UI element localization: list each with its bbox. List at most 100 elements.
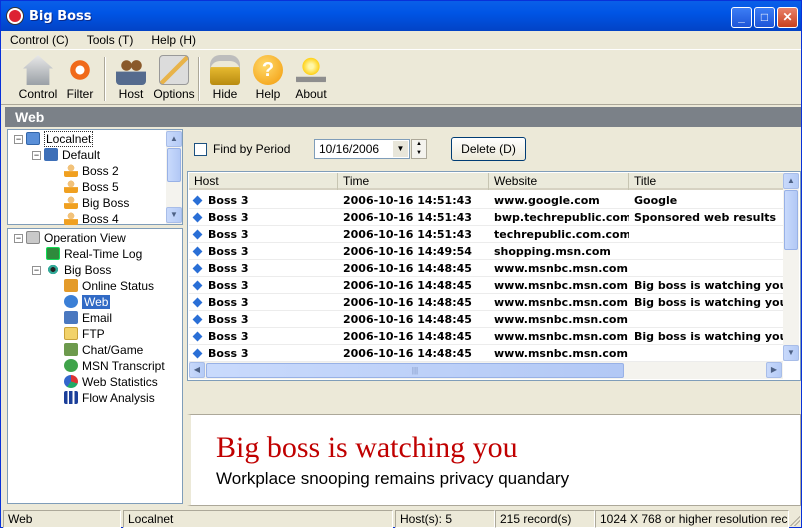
delete-button[interactable]: Delete (D) (451, 137, 526, 161)
statistics-icon (64, 375, 78, 388)
cell-title (629, 226, 783, 243)
menu-tools[interactable]: Tools (T) (78, 33, 143, 47)
tree-item-host[interactable]: Boss 5 (64, 179, 119, 195)
tree-item-ftp[interactable]: FTP (64, 326, 105, 342)
maximize-button[interactable]: □ (754, 7, 775, 28)
tree-item-host[interactable]: Big Boss (64, 195, 129, 211)
cell-website: www.msnbc.msn.com (489, 260, 629, 277)
cell-text: www.msnbc.msn.com (494, 296, 628, 309)
preview-headline: Big boss is watching you (216, 431, 518, 464)
menu-control[interactable]: Control (C) (1, 33, 78, 47)
tree-item-localnet[interactable]: Localnet (26, 131, 94, 147)
table-row[interactable]: Boss 3 2006-10-16 14:51:43 techrepublic.co… (189, 226, 783, 243)
cell-title: Big boss is watching you.. (629, 294, 783, 311)
chevron-down-icon[interactable]: ▼ (393, 141, 408, 157)
help-button[interactable]: ? Help (246, 54, 290, 102)
cell-time: 2006-10-16 14:49:54 (338, 243, 489, 260)
scroll-thumb[interactable]: ||| (206, 363, 624, 378)
column-header-website[interactable]: Website (489, 173, 629, 190)
cell-text: Boss 3 (208, 279, 249, 292)
cell-time: 2006-10-16 14:51:43 (338, 192, 489, 209)
email-icon (64, 311, 78, 324)
minimize-button[interactable]: _ (731, 7, 752, 28)
options-button[interactable]: Options (152, 54, 196, 102)
close-button[interactable]: ✕ (777, 7, 798, 28)
scroll-thumb[interactable] (784, 190, 798, 250)
tree-item-realtime-log[interactable]: Real-Time Log (46, 246, 142, 262)
cell-website: www.msnbc.msn.com (489, 294, 629, 311)
host-marker-icon (192, 331, 203, 342)
web-preview: Big boss is watching you Workplace snoop… (187, 414, 801, 506)
date-picker[interactable]: 10/16/2006 ▼ (314, 139, 410, 159)
scroll-right-button[interactable]: ▶ (766, 362, 782, 378)
scroll-down-button[interactable]: ▼ (783, 345, 799, 361)
tree-item-default[interactable]: Default (44, 147, 100, 163)
menu-help[interactable]: Help (H) (142, 33, 205, 47)
log-icon (46, 247, 60, 260)
collapse-toggle[interactable]: − (14, 234, 23, 243)
about-button[interactable]: About (289, 54, 333, 102)
date-spinner[interactable]: ▲ ▼ (411, 139, 427, 159)
lightbulb-icon (296, 55, 326, 85)
tree-item-msn-transcript[interactable]: MSN Transcript (64, 358, 165, 374)
host-marker-icon (192, 229, 203, 240)
cell-text: Boss 3 (208, 262, 249, 275)
column-header-host[interactable]: Host (189, 173, 338, 190)
collapse-toggle[interactable]: − (32, 266, 41, 275)
scroll-down-button[interactable]: ▼ (166, 207, 182, 223)
status-records: 215 record(s) (495, 510, 595, 528)
column-header-title[interactable]: Title (629, 173, 783, 190)
tree-item-host[interactable]: Boss 2 (64, 163, 119, 179)
title-bar[interactable]: Big Boss _ □ ✕ (1, 1, 801, 31)
cell-text: 2006-10-16 14:48:45 (343, 347, 472, 360)
tree-item-operation-view[interactable]: Operation View (26, 230, 126, 246)
hide-button[interactable]: Hide (203, 54, 247, 102)
table-row[interactable]: Boss 3 2006-10-16 14:51:43 www.google.com G… (189, 192, 783, 209)
vertical-scrollbar[interactable]: ▲ ▼ (166, 130, 182, 224)
control-button[interactable]: Control (16, 54, 60, 102)
tree-item-flow-analysis[interactable]: Flow Analysis (64, 390, 155, 406)
cell-website: bwp.techrepublic.com (489, 209, 629, 226)
column-header-time[interactable]: Time (338, 173, 489, 190)
house-icon (23, 55, 53, 85)
table-header: Host Time Website Title (189, 173, 783, 190)
find-by-period-checkbox[interactable] (194, 143, 207, 156)
cell-title (629, 243, 783, 260)
tree-item-web-statistics[interactable]: Web Statistics (64, 374, 158, 390)
table-row[interactable]: Boss 3 2006-10-16 14:49:54 shopping.msn.co… (189, 243, 783, 260)
table-vertical-scrollbar[interactable]: ▲ ▼ (783, 173, 799, 361)
toolbar: Control Filter Host Options Hide ? Help … (1, 51, 801, 105)
scroll-thumb[interactable] (167, 148, 181, 182)
table-row[interactable]: Boss 3 2006-10-16 14:48:45 www.msnbc.msn.c… (189, 345, 783, 362)
cell-host: Boss 3 (189, 328, 338, 345)
resize-grip-icon[interactable] (789, 514, 800, 526)
table-row[interactable]: Boss 3 2006-10-16 14:48:45 www.msnbc.msn.c… (189, 277, 783, 294)
tree-item-web[interactable]: Web (64, 294, 111, 310)
scroll-left-button[interactable]: ◀ (189, 362, 205, 378)
date-value: 10/16/2006 (319, 142, 380, 156)
tree-item-chat-game[interactable]: Chat/Game (64, 342, 143, 358)
tree-item-online-status[interactable]: Online Status (64, 278, 154, 294)
cell-text: www.msnbc.msn.com (494, 347, 628, 360)
tree-item-email[interactable]: Email (64, 310, 112, 326)
table-row[interactable]: Boss 3 2006-10-16 14:48:45 www.msnbc.msn.c… (189, 328, 783, 345)
user-icon (64, 212, 78, 225)
filter-button[interactable]: Filter (58, 54, 102, 102)
tree-item-host[interactable]: Boss 4 (64, 211, 119, 227)
tree-item-big-boss[interactable]: Big Boss (46, 262, 111, 278)
host-marker-icon (192, 348, 203, 359)
table-row[interactable]: Boss 3 2006-10-16 14:51:43 bwp.techrepubli… (189, 209, 783, 226)
cell-host: Boss 3 (189, 294, 338, 311)
toolbar-separator (104, 57, 106, 101)
status-icon (64, 279, 78, 292)
table-horizontal-scrollbar[interactable]: ◀ ||| ▶ (189, 362, 783, 379)
table-row[interactable]: Boss 3 2006-10-16 14:48:45 www.msnbc.msn.c… (189, 260, 783, 277)
table-row[interactable]: Boss 3 2006-10-16 14:48:45 www.msnbc.msn.c… (189, 311, 783, 328)
host-button[interactable]: Host (109, 54, 153, 102)
cell-text: Big boss is watching you.. (634, 296, 783, 309)
table-row[interactable]: Boss 3 2006-10-16 14:48:45 www.msnbc.msn.c… (189, 294, 783, 311)
scroll-up-button[interactable]: ▲ (166, 131, 182, 147)
collapse-toggle[interactable]: − (32, 151, 41, 160)
collapse-toggle[interactable]: − (14, 135, 23, 144)
scroll-up-button[interactable]: ▲ (783, 173, 799, 189)
